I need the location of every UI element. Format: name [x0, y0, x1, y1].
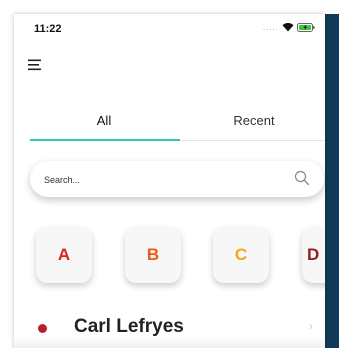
status-icons: ..... [263, 22, 315, 32]
letter-index: A B C D [14, 227, 325, 287]
chevron-right-icon: › [309, 319, 313, 333]
phone-screen: 11:22 ..... All Recent Search... A B C D… [14, 14, 325, 348]
bottom-fade [14, 336, 325, 348]
background-top [0, 0, 339, 14]
tab-recent[interactable]: Recent [180, 110, 325, 138]
search-icon[interactable] [294, 170, 310, 186]
search-input[interactable] [42, 170, 276, 190]
contact-status-dot [38, 324, 47, 333]
contact-name: Carl Lefryes [74, 316, 184, 337]
tab-bar: All Recent [30, 110, 325, 144]
background-left [0, 0, 14, 348]
wifi-icon [282, 22, 294, 32]
letter-button-c[interactable]: C [213, 227, 269, 283]
tab-divider-line [180, 140, 325, 141]
tab-all[interactable]: All [30, 110, 178, 138]
status-bar: 11:22 ..... [14, 14, 325, 44]
search-bar [30, 161, 324, 197]
menu-icon[interactable] [28, 58, 44, 71]
signal-dots: ..... [262, 22, 279, 32]
active-tab-indicator [30, 139, 180, 141]
letter-button-b[interactable]: B [125, 227, 181, 283]
letter-button-a[interactable]: A [36, 227, 92, 283]
letter-button-d[interactable]: D [302, 227, 325, 283]
status-time: 11:22 [34, 23, 62, 35]
battery-icon [297, 22, 315, 32]
